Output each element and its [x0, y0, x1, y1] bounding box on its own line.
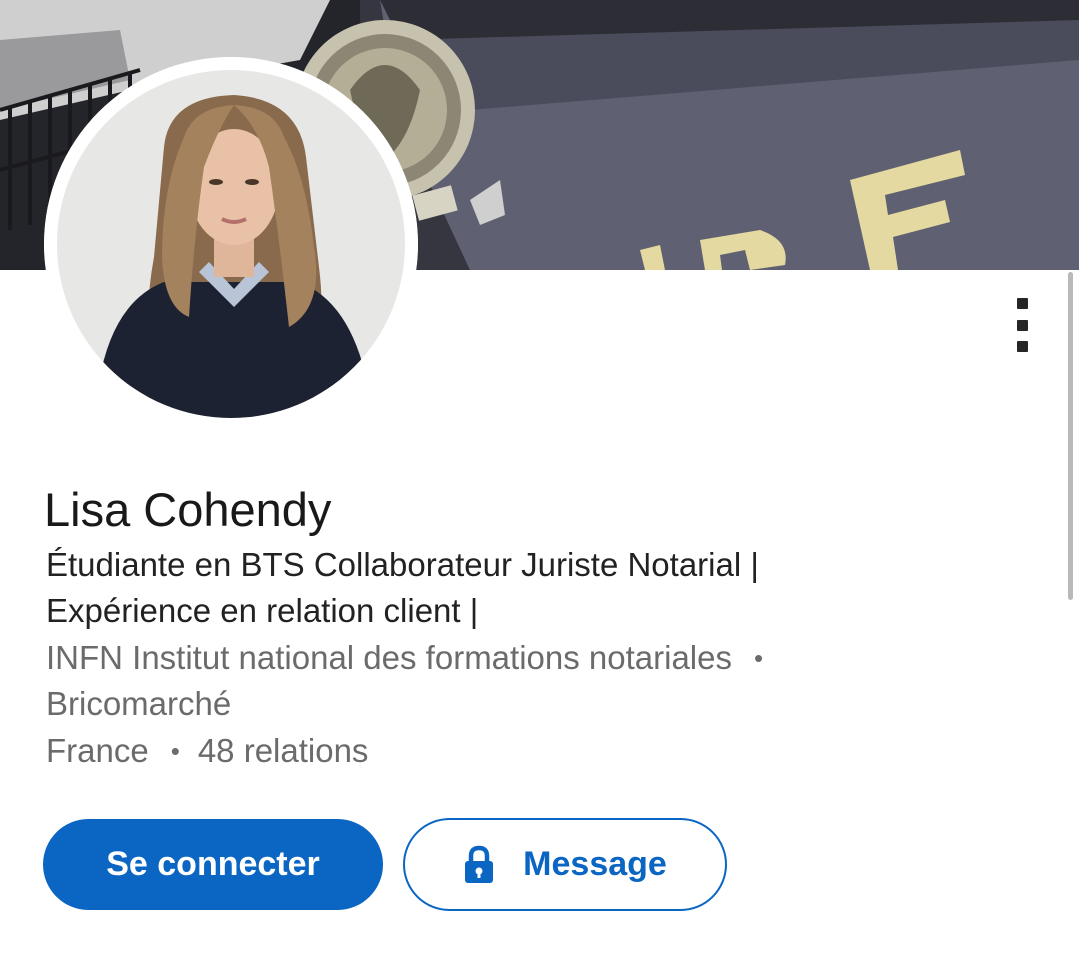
headline-line-1: Étudiante en BTS Collaborateur Juriste N…	[46, 546, 759, 583]
profile-name: Lisa Cohendy	[44, 483, 332, 536]
profile-location-line: France • 48 relations	[46, 728, 368, 774]
more-dot	[1016, 298, 1028, 309]
connect-button[interactable]: Se connecter	[43, 819, 383, 910]
message-button-label: Message	[523, 845, 667, 883]
lock-icon	[465, 845, 494, 883]
connections-count[interactable]: 48 relations	[198, 732, 369, 769]
connect-button-label: Se connecter	[106, 845, 320, 883]
more-dot	[1016, 319, 1028, 331]
education-name: INFN Institut national des formations no…	[46, 639, 732, 676]
avatar[interactable]	[44, 57, 418, 431]
more-vertical-icon[interactable]	[1002, 292, 1042, 358]
profile-education[interactable]: INFN Institut national des formations no…	[46, 635, 986, 727]
location: France	[46, 732, 149, 769]
message-button[interactable]: Message	[403, 818, 727, 911]
headline-line-2: Expérience en relation client |	[46, 592, 479, 629]
scrollbar[interactable]	[1068, 272, 1073, 600]
profile-photo	[44, 57, 418, 431]
employer-name: Bricomarché	[46, 685, 232, 722]
profile-headline: Étudiante en BTS Collaborateur Juriste N…	[46, 542, 986, 634]
separator-dot: •	[754, 643, 764, 673]
separator-dot: •	[170, 736, 180, 766]
more-dot	[1016, 341, 1028, 352]
